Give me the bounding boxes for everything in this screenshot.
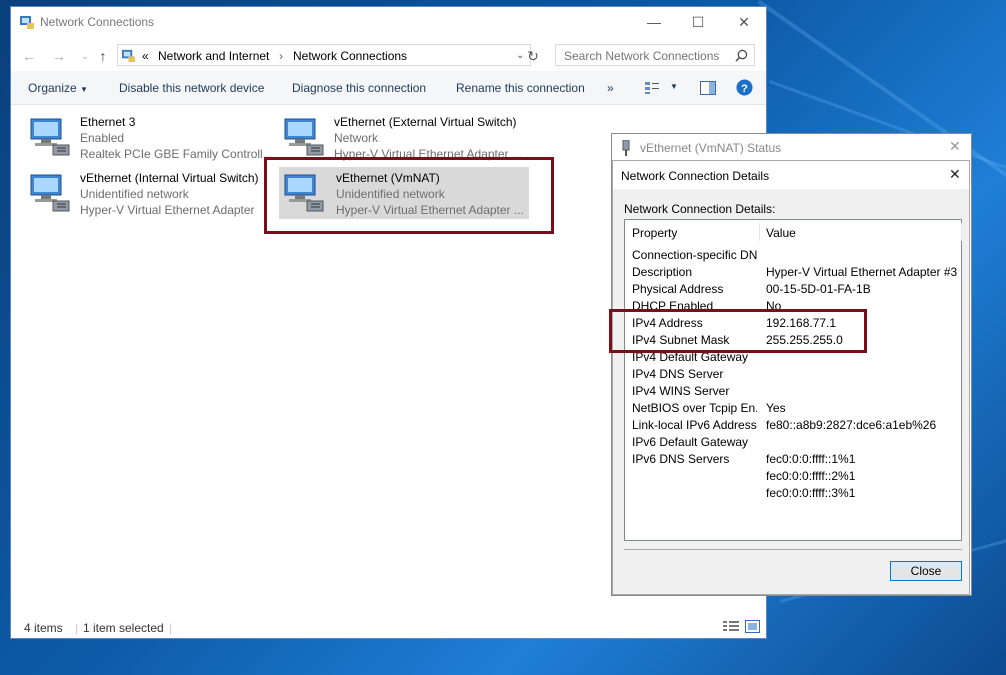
network-adapter-icon	[30, 174, 70, 212]
detail-property: Connection-specific DN...	[632, 248, 757, 262]
preview-pane-icon[interactable]	[700, 81, 716, 95]
column-divider	[961, 223, 962, 241]
detail-value: fe80::a8b9:2827:dce6:a1eb%26	[766, 418, 937, 432]
connection-status: Unidentified network	[80, 187, 189, 201]
connection-name: Ethernet 3	[80, 115, 136, 129]
detail-value: fec0:0:0:ffff::3%1	[766, 486, 856, 500]
detail-row[interactable]: IPv6 DNS Servers fec0:0:0:ffff::1%1	[625, 452, 961, 469]
network-adapter-icon	[284, 118, 324, 156]
close-window-button[interactable]: ✕	[721, 7, 767, 37]
status-divider: |	[75, 621, 79, 635]
detail-value: fec0:0:0:ffff::1%1	[766, 452, 856, 466]
detail-row[interactable]: NetBIOS over Tcpip En... Yes	[625, 401, 961, 418]
refresh-icon[interactable]: ↻	[523, 46, 543, 66]
detail-value: 00-15-5D-01-FA-1B	[766, 282, 871, 296]
separator	[624, 549, 962, 550]
adapter-plug-icon	[622, 140, 630, 156]
network-folder-icon	[121, 49, 136, 63]
selected-count: 1 item selected	[83, 621, 164, 635]
address-bar-row: ← → ⌄ ↑ « Network and Internet › Network…	[11, 41, 766, 71]
search-icon[interactable]	[735, 49, 748, 62]
close-details-icon[interactable]: ✕	[949, 166, 961, 183]
forward-arrow-icon[interactable]: →	[49, 46, 69, 66]
details-title-bar: Network Connection Details ✕	[613, 161, 969, 189]
diagnose-button[interactable]: Diagnose this connection	[292, 81, 426, 95]
details-list[interactable]: Property Value Connection-specific DN...…	[624, 219, 962, 541]
title-bar: Network Connections — ☐ ✕	[11, 7, 766, 37]
detail-row[interactable]: fec0:0:0:ffff::3%1	[625, 486, 961, 503]
close-button[interactable]: Close	[890, 561, 962, 581]
change-view-icon[interactable]	[644, 81, 660, 95]
rename-button[interactable]: Rename this connection	[456, 81, 585, 95]
breadcrumb-chevrons[interactable]: «	[142, 49, 149, 63]
search-box[interactable]	[555, 44, 755, 66]
view-dropdown-icon[interactable]: ▼	[670, 82, 678, 91]
detail-value: Yes	[766, 401, 786, 415]
detail-property: IPv4 DNS Server	[632, 367, 724, 381]
details-dialog-title: Network Connection Details	[621, 169, 770, 183]
more-commands-button[interactable]: »	[607, 81, 614, 95]
breadcrumb-separator: ›	[279, 49, 283, 63]
detail-row[interactable]: IPv4 WINS Server	[625, 384, 961, 401]
detail-row[interactable]: Connection-specific DN...	[625, 248, 961, 265]
detail-value: Hyper-V Virtual Ethernet Adapter #3	[766, 265, 958, 279]
connection-adapter: Realtek PCIe GBE Family Controll...	[80, 147, 273, 161]
connection-item-external-switch[interactable]: vEthernet (External Virtual Switch) Netw…	[281, 111, 531, 163]
detail-row[interactable]: Link-local IPv6 Address fe80::a8b9:2827:d…	[625, 418, 961, 435]
up-arrow-icon[interactable]: ↑	[93, 46, 113, 66]
connection-name: vEthernet (External Virtual Switch)	[334, 115, 517, 129]
highlight-box-ipv4	[609, 309, 867, 353]
detail-property: IPv6 Default Gateway	[632, 435, 749, 449]
back-arrow-icon[interactable]: ←	[19, 46, 39, 66]
search-input[interactable]	[562, 47, 734, 65]
minimize-button[interactable]: —	[631, 7, 677, 37]
network-adapter-icon	[30, 118, 70, 156]
column-header-property[interactable]: Property	[632, 226, 677, 240]
detail-row[interactable]: IPv4 DNS Server	[625, 367, 961, 384]
detail-property: NetBIOS over Tcpip En...	[632, 401, 757, 415]
connection-status: Enabled	[80, 131, 125, 145]
organize-label: Organize	[28, 81, 77, 95]
item-count: 4 items	[24, 621, 63, 635]
highlight-box-vmnat	[264, 157, 554, 234]
breadcrumb-network-and-internet[interactable]: Network and Internet	[158, 49, 269, 63]
detail-property: Link-local IPv6 Address	[632, 418, 757, 432]
close-status-icon[interactable]: ✕	[949, 138, 961, 155]
status-divider: |	[169, 621, 173, 635]
network-folder-icon	[20, 16, 34, 29]
detail-property: Description	[632, 265, 693, 279]
status-dialog-title: vEthernet (VmNAT) Status	[640, 141, 782, 155]
detail-row[interactable]: Description Hyper-V Virtual Ethernet Adap…	[625, 265, 961, 282]
detail-row[interactable]: Physical Address 00-15-5D-01-FA-1B	[625, 282, 961, 299]
svg-text:?: ?	[741, 83, 748, 95]
detail-row[interactable]: IPv6 Default Gateway	[625, 435, 961, 452]
address-box[interactable]: « Network and Internet › Network Connect…	[117, 44, 531, 66]
connection-name: vEthernet (Internal Virtual Switch)	[80, 171, 259, 185]
detail-property: IPv6 DNS Servers	[632, 452, 730, 466]
detail-property: Physical Address	[632, 282, 724, 296]
details-group-label: Network Connection Details:	[624, 202, 776, 216]
column-divider[interactable]	[759, 223, 760, 241]
command-bar: Organize ▼ Disable this network device D…	[11, 71, 766, 105]
window-title: Network Connections	[40, 15, 155, 29]
maximize-button[interactable]: ☐	[675, 7, 721, 37]
detail-value: fec0:0:0:ffff::2%1	[766, 469, 856, 483]
help-icon[interactable]: ?	[736, 79, 753, 96]
connection-item-internal-switch[interactable]: vEthernet (Internal Virtual Switch) Unid…	[27, 167, 267, 219]
details-dialog: Network Connection Details ✕ Network Con…	[612, 160, 970, 595]
details-view-icon[interactable]	[723, 620, 739, 633]
detail-property: IPv4 WINS Server	[632, 384, 730, 398]
connection-item-ethernet-3[interactable]: Ethernet 3 Enabled Realtek PCIe GBE Fami…	[27, 111, 273, 163]
detail-row[interactable]: fec0:0:0:ffff::2%1	[625, 469, 961, 486]
status-bar: 4 items | 1 item selected |	[11, 615, 766, 639]
recent-chevron-icon[interactable]: ⌄	[75, 46, 95, 66]
large-icons-view-icon[interactable]	[745, 620, 760, 633]
dropdown-arrow-icon: ▼	[80, 85, 88, 94]
connection-adapter: Hyper-V Virtual Ethernet Adapter	[80, 203, 255, 217]
connection-status: Network	[334, 131, 379, 145]
disable-device-button[interactable]: Disable this network device	[119, 81, 264, 95]
breadcrumb-network-connections[interactable]: Network Connections	[293, 49, 407, 63]
organize-button[interactable]: Organize ▼	[28, 81, 88, 95]
column-header-value[interactable]: Value	[766, 226, 796, 240]
